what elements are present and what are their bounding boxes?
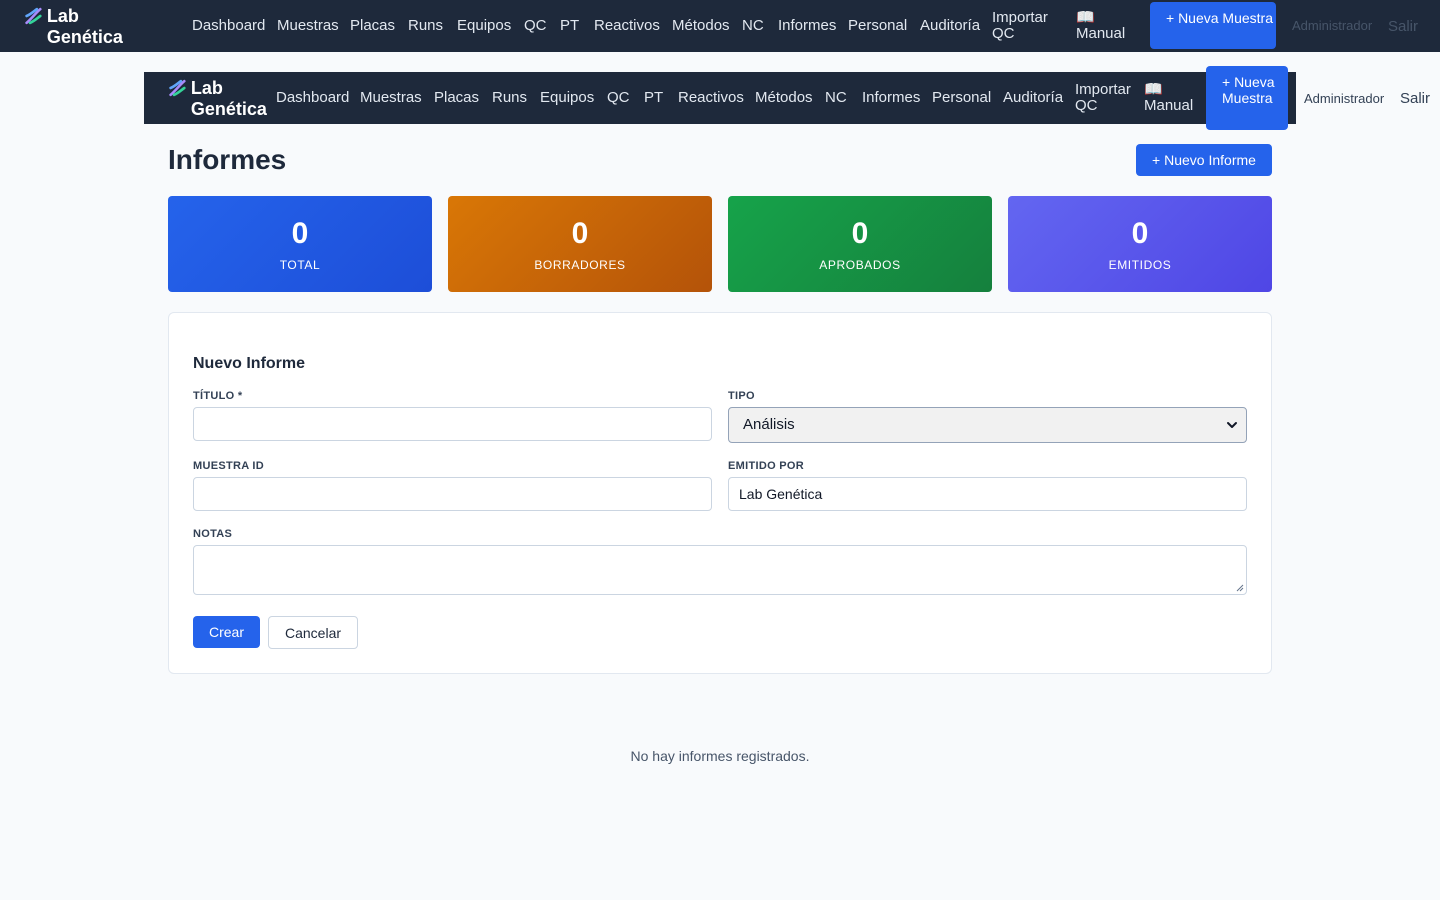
notas-textarea[interactable] [193,545,1247,595]
tipo-select[interactable]: Análisis [728,407,1247,443]
nav-manual[interactable]: 📖 Manual [1076,10,1136,42]
nav-runs[interactable]: Runs [408,18,443,34]
empty-state-message: No hay informes registrados. [630,748,810,764]
nuevo-informe-button[interactable]: + Nuevo Informe [1136,144,1272,176]
inner-nav-metodos[interactable]: Métodos [755,90,813,106]
inner-nav-auditoria[interactable]: Auditoría [1003,90,1063,106]
inner-nav-qc[interactable]: QC [607,90,630,106]
tipo-selected-value: Análisis [743,416,795,433]
stat-total-label: TOTAL [279,258,321,272]
inner-nav-placas[interactable]: Placas [434,90,479,106]
chevron-down-icon [1227,422,1237,428]
nav-pt[interactable]: PT [560,18,579,34]
stat-total-value: 0 [291,217,309,250]
tipo-label: TIPO [728,390,755,402]
inner-nav-manual[interactable]: 📖 Manual [1144,82,1200,114]
notas-label: NOTAS [193,528,233,540]
nav-metodos[interactable]: Métodos [672,18,730,34]
inner-nueva-muestra-button[interactable]: + Nueva Muestra [1206,66,1288,130]
nav-reactivos[interactable]: Reactivos [594,18,660,34]
stat-borradores-label: BORRADORES [534,258,626,272]
cancelar-button[interactable]: Cancelar [268,616,358,649]
nav-equipos[interactable]: Equipos [457,18,511,34]
inner-brand-logo[interactable]: Lab Genética [168,78,288,120]
inner-nav-equipos[interactable]: Equipos [540,90,594,106]
titulo-label: TÍTULO * [193,390,243,402]
stat-borradores-value: 0 [571,217,589,250]
inner-nav-runs[interactable]: Runs [492,90,527,106]
inner-nav-dashboard[interactable]: Dashboard [276,90,349,106]
stat-emitidos-label: EMITIDOS [1108,258,1172,272]
emitido-por-label: EMITIDO POR [728,460,805,472]
stat-card-aprobados: 0 APROBADOS [728,196,992,292]
user-name: Administrador [1292,18,1373,33]
inner-logout-link[interactable]: Salir [1400,90,1430,107]
inner-nav-personal[interactable]: Personal [932,90,991,106]
stat-aprobados-label: APROBADOS [819,258,901,272]
stat-card-borradores: 0 BORRADORES [448,196,712,292]
stat-card-total: 0 TOTAL [168,196,432,292]
inner-nav-informes[interactable]: Informes [862,90,920,106]
nav-placas[interactable]: Placas [350,18,395,34]
emitido-por-input[interactable] [728,477,1247,511]
inner-nav-pt[interactable]: PT [644,90,663,106]
crear-button[interactable]: Crear [193,616,260,648]
nav-importar-qc[interactable]: Importar QC [992,10,1062,42]
page-title: Informes [168,144,287,175]
inner-brand-name: Lab Genética [190,78,267,119]
nuevo-informe-form: Nuevo Informe TÍTULO * TIPO Análisis MUE… [168,312,1272,674]
nav-personal[interactable]: Personal [848,18,907,34]
stat-aprobados-value: 0 [851,217,869,250]
nav-informes[interactable]: Informes [778,18,836,34]
inner-navbar: Lab Genética Dashboard Muestras Placas R… [144,72,1296,124]
nav-auditoria[interactable]: Auditoría [920,18,980,34]
resize-grip-icon[interactable] [1236,584,1244,592]
nav-qc[interactable]: QC [524,18,547,34]
inner-nav-nc[interactable]: NC [825,90,847,106]
dna-icon [25,7,42,25]
form-title: Nuevo Informe [193,355,306,372]
nueva-muestra-button[interactable]: + Nueva Muestra [1150,2,1276,49]
muestra-id-input[interactable] [193,477,712,511]
stat-emitidos-value: 0 [1131,217,1149,250]
inner-nav-reactivos[interactable]: Reactivos [678,90,744,106]
titulo-input[interactable] [193,407,712,441]
inner-user-name: Administrador [1304,91,1385,106]
nav-dashboard[interactable]: Dashboard [192,18,265,34]
brand-name: Lab Genética [46,6,123,47]
inner-nav-muestras[interactable]: Muestras [360,90,422,106]
inner-dna-icon [169,79,186,97]
nav-muestras[interactable]: Muestras [277,18,339,34]
top-navbar: Lab Genética Dashboard Muestras Placas R… [0,0,1440,52]
logout-link[interactable]: Salir [1388,18,1418,35]
muestra-id-label: MUESTRA ID [193,460,265,472]
brand-logo[interactable]: Lab Genética [24,6,144,48]
stat-card-emitidos: 0 EMITIDOS [1008,196,1272,292]
nav-nc[interactable]: NC [742,18,764,34]
inner-nav-importar-qc[interactable]: Importar QC [1075,82,1145,114]
